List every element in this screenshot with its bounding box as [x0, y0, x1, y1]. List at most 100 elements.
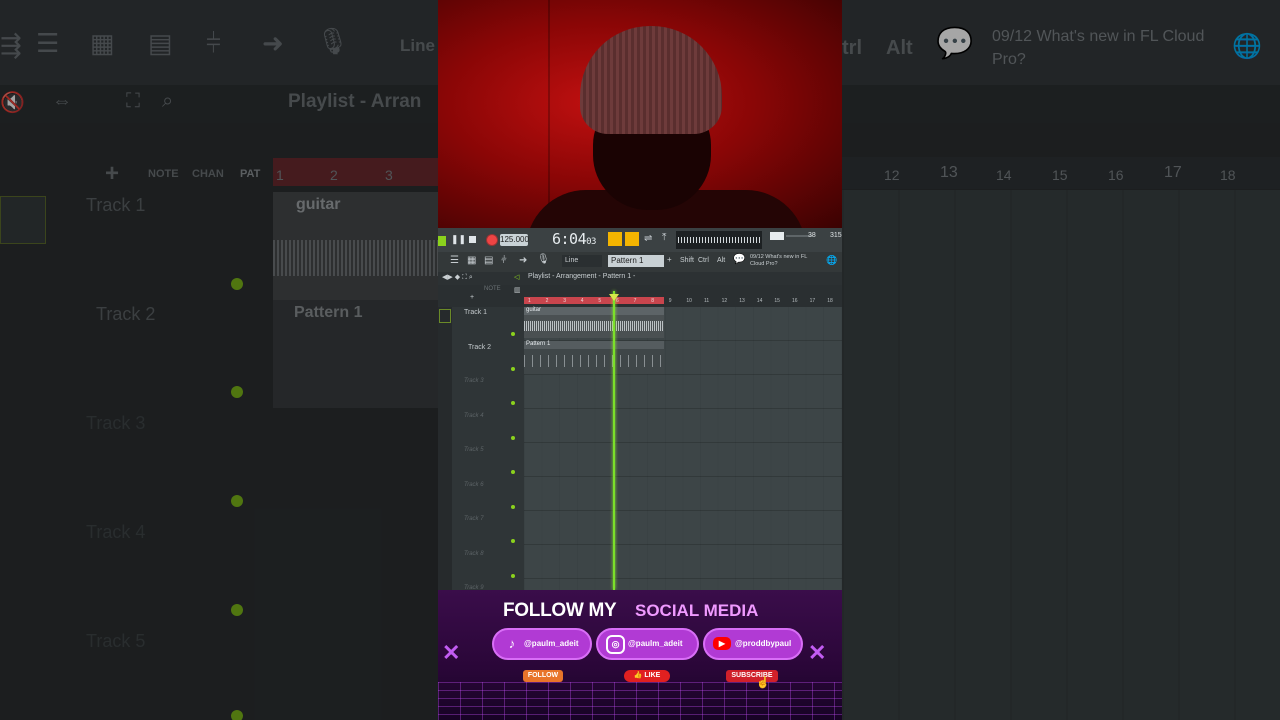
- video-frame: ❚❚ 125.000 6:0403 ⇌ ⤒ 38 315 ☰ ▦ ▤ ⫩ ➜ 🎙…: [438, 0, 842, 720]
- track-name[interactable]: Track 4: [464, 413, 526, 419]
- microphone-icon[interactable]: 🎙: [537, 254, 550, 265]
- like-label: LIKE: [644, 672, 661, 679]
- piano-roll-icon[interactable]: ▦: [467, 255, 476, 266]
- track-name[interactable]: Track 5: [464, 447, 526, 453]
- follow-button[interactable]: FOLLOW: [523, 670, 563, 682]
- beanie-hat: [580, 26, 722, 134]
- cpu-meter: [770, 232, 784, 240]
- ruler-number: 8: [651, 298, 654, 304]
- stop-button[interactable]: [469, 236, 476, 243]
- track-name[interactable]: Track 8: [464, 551, 526, 557]
- cpu-value: 38: [808, 232, 816, 239]
- pattern-selector[interactable]: Pattern 1: [608, 255, 664, 267]
- playlist-titlebar: [438, 272, 842, 285]
- youtube-pill[interactable]: ▶ @proddbypaul: [703, 628, 803, 660]
- pause-button[interactable]: ❚❚: [451, 234, 466, 245]
- track-selector[interactable]: [439, 309, 451, 323]
- tiktok-icon: ♪: [508, 636, 516, 651]
- track-led[interactable]: [511, 539, 515, 543]
- channel-rack-icon[interactable]: ▤: [484, 255, 493, 266]
- record-button[interactable]: [486, 234, 498, 246]
- alt-key[interactable]: Alt: [717, 257, 725, 264]
- note-label: NOTE: [484, 286, 501, 292]
- instagram-icon: ◎: [606, 635, 625, 654]
- time-main: 6:04: [552, 230, 587, 248]
- add-icon[interactable]: +: [470, 294, 474, 301]
- playlist-scrollbar[interactable]: [438, 307, 452, 590]
- ruler-number: 13: [739, 298, 745, 304]
- ruler-number: 18: [827, 298, 833, 304]
- piano-icon[interactable]: ▥: [514, 286, 521, 294]
- track-name[interactable]: Track 1: [464, 309, 526, 316]
- track-led[interactable]: [511, 504, 515, 509]
- playlist-tools-icon[interactable]: ◀▶ ◆ ⛶ ⌕: [442, 273, 473, 282]
- neon-grid: [438, 682, 842, 720]
- background-dim-overlay: [842, 0, 1280, 720]
- notification-text[interactable]: 09/12 What's new in FL Cloud Pro?: [750, 254, 820, 268]
- cursor-icon: ☝: [756, 677, 770, 689]
- track-led[interactable]: [511, 470, 515, 474]
- clip-label: Pattern 1: [524, 341, 664, 349]
- close-icon: ✕: [442, 640, 461, 665]
- playhead[interactable]: [613, 291, 615, 590]
- playhead-marker[interactable]: [609, 294, 619, 301]
- shift-key[interactable]: Shift: [680, 257, 694, 264]
- ruler-number: 7: [633, 298, 637, 304]
- ruler-number: 1: [528, 298, 531, 304]
- loop-record-icon[interactable]: ⇌: [644, 233, 652, 244]
- snap-selector[interactable]: Line: [562, 255, 602, 267]
- track-name[interactable]: Track 7: [464, 516, 526, 522]
- like-button[interactable]: 👍 LIKE: [624, 670, 670, 682]
- clip-label: guitar: [524, 307, 664, 315]
- youtube-icon: ▶: [713, 637, 731, 650]
- social-media-title: SOCIAL MEDIA: [635, 601, 759, 620]
- ruler-number: 15: [774, 298, 780, 304]
- mode-indicator[interactable]: [438, 236, 446, 246]
- track-led[interactable]: [511, 401, 515, 405]
- step-icon[interactable]: ⤒: [662, 232, 666, 243]
- ruler-number: 17: [809, 298, 816, 304]
- tempo-display[interactable]: 125.000: [500, 234, 529, 246]
- playlist-icon[interactable]: ☰: [450, 255, 459, 266]
- thumbs-up-icon: 👍: [633, 672, 645, 679]
- ctrl-key[interactable]: Ctrl: [698, 257, 709, 264]
- tiktok-handle: @paulm_adeit: [524, 639, 579, 648]
- mixer-icon[interactable]: ⫩: [501, 255, 507, 266]
- clip-waveform: [524, 321, 664, 331]
- subscribe-button[interactable]: SUBSCRIBE: [726, 670, 778, 682]
- arrow-icon[interactable]: ➜: [519, 255, 527, 266]
- track-led[interactable]: [511, 573, 515, 578]
- audio-clip[interactable]: guitar: [524, 307, 664, 338]
- instagram-pill[interactable]: ◎ @paulm_adeit: [596, 628, 699, 660]
- tiktok-pill[interactable]: ♪ @paulm_adeit: [492, 628, 592, 660]
- ruler-number: 14: [756, 298, 763, 304]
- wall-edge: [548, 0, 550, 228]
- countdown-icon[interactable]: [625, 232, 639, 246]
- track-name[interactable]: Track 6: [464, 482, 526, 488]
- instagram-handle: @paulm_adeit: [628, 639, 683, 648]
- close-icon: ✕: [808, 640, 827, 665]
- track-led[interactable]: [511, 332, 515, 336]
- pattern-clip[interactable]: Pattern 1: [524, 341, 664, 374]
- add-pattern-icon[interactable]: +: [667, 255, 672, 264]
- time-fraction: 03: [586, 237, 596, 247]
- metronome-icon[interactable]: [608, 232, 622, 246]
- chat-question-icon[interactable]: 💬: [733, 254, 745, 265]
- globe-icon[interactable]: 🌐: [826, 255, 837, 266]
- ruler-number: 10: [686, 298, 692, 304]
- ruler-number: 4: [580, 298, 584, 304]
- ruler-number: 3: [563, 298, 566, 304]
- ruler-number: 12: [721, 298, 728, 304]
- webcam-view: [438, 0, 842, 228]
- track-name[interactable]: Track 2: [468, 344, 530, 351]
- pattern-notes: [524, 355, 664, 367]
- follow-my-title: FOLLOW MY: [503, 600, 617, 621]
- ruler-number: 2: [545, 298, 549, 304]
- output-waveform: [676, 231, 762, 249]
- speaker-icon[interactable]: ◁: [514, 273, 519, 281]
- track-led[interactable]: [511, 366, 515, 371]
- polyphony-value: 315: [830, 232, 842, 239]
- track-name[interactable]: Track 3: [464, 378, 526, 384]
- track-led[interactable]: [511, 435, 515, 440]
- ruler-number: 16: [792, 298, 798, 304]
